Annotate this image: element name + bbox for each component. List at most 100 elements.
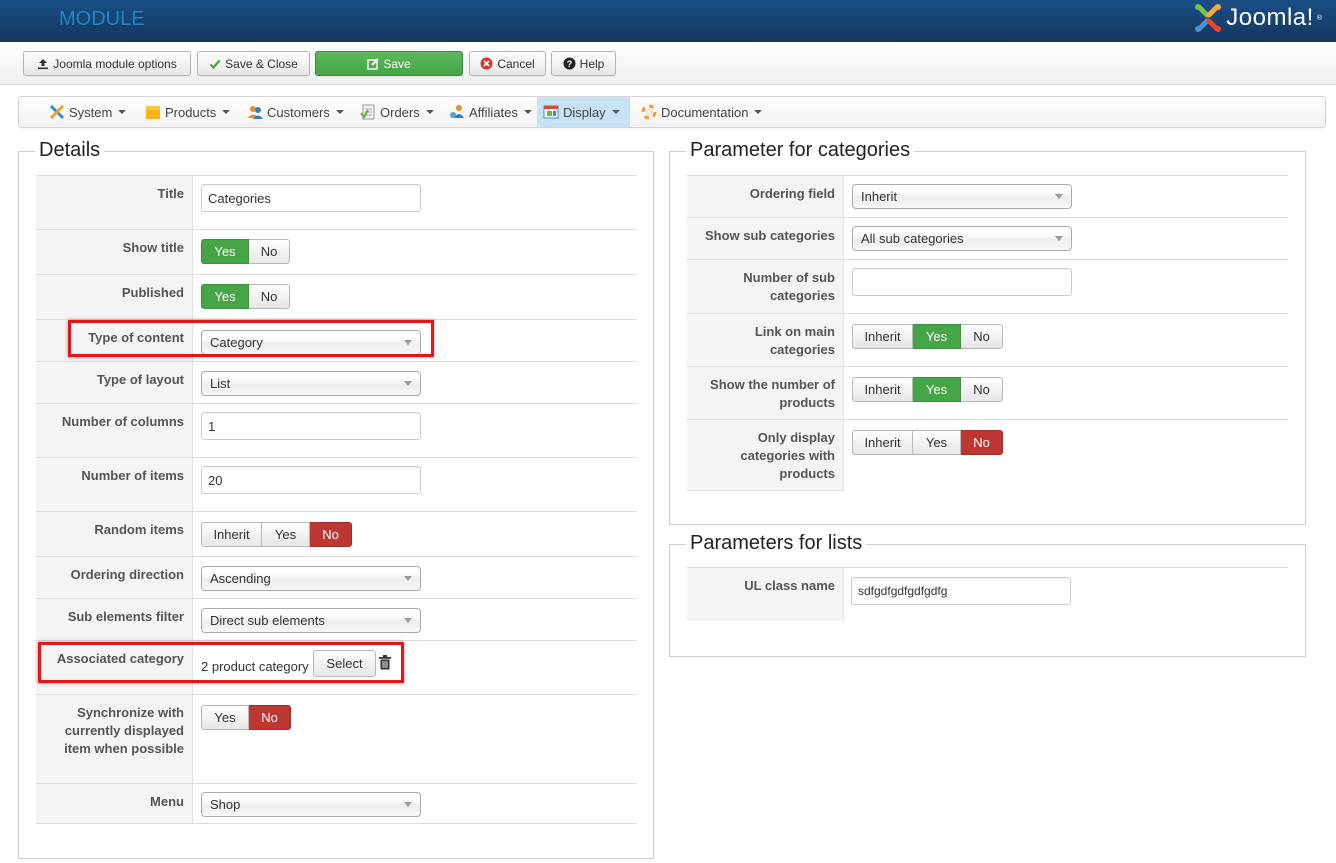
link-main-no[interactable]: No (961, 324, 1003, 349)
show-number-products-toggle: Inherit Yes No (852, 377, 1003, 402)
lists-params-fieldset: Parameters for lists UL class name sdfgd… (669, 532, 1306, 657)
row-sub-elements-filter: Sub elements filter Direct sub elements (36, 598, 637, 640)
show-title-yes[interactable]: Yes (201, 239, 249, 264)
synchronize-toggle: Yes No (201, 705, 291, 730)
affiliates-icon (449, 104, 465, 120)
display-window-icon (543, 104, 559, 120)
published-label: Published (36, 275, 193, 319)
published-yes[interactable]: Yes (201, 284, 249, 309)
row-link-main-categories: Link on main categories Inherit Yes No (687, 313, 1288, 366)
menu-affiliates-label: Affiliates (469, 104, 518, 120)
joomla-module-options-button[interactable]: Joomla module options (23, 51, 191, 76)
toolbar: Joomla module options Save & Close Save … (0, 42, 1336, 85)
menu-documentation[interactable]: Documentation (635, 97, 768, 127)
caret-down-icon (523, 110, 532, 114)
random-items-no[interactable]: No (310, 522, 352, 547)
menu-products[interactable]: Products (139, 97, 236, 127)
menu-affiliates[interactable]: Affiliates (443, 97, 538, 127)
cancel-button[interactable]: Cancel (469, 51, 546, 76)
show-number-inherit[interactable]: Inherit (852, 377, 913, 402)
folder-icon (145, 104, 161, 120)
main-menu: System Products Customers Orders Affilia… (18, 96, 1326, 128)
dropdown-arrow-icon (404, 576, 412, 581)
type-of-content-value: Category (210, 335, 263, 350)
link-main-inherit[interactable]: Inherit (852, 324, 913, 349)
number-of-items-input[interactable]: 20 (201, 466, 421, 494)
details-fieldset: Details Title Categories Show title Yes … (18, 139, 654, 859)
show-title-label: Show title (36, 230, 193, 274)
link-main-categories-toggle: Inherit Yes No (852, 324, 1003, 349)
caret-down-icon (335, 110, 344, 114)
synchronize-no[interactable]: No (249, 705, 291, 730)
menu-display[interactable]: Display (537, 97, 630, 127)
only-display-inherit[interactable]: Inherit (852, 430, 913, 455)
row-type-of-content: Type of content Category (36, 319, 637, 361)
link-main-yes[interactable]: Yes (913, 324, 961, 349)
title-label: Title (36, 176, 193, 229)
dropdown-arrow-icon (1055, 194, 1063, 199)
dropdown-arrow-icon (404, 381, 412, 386)
random-items-inherit[interactable]: Inherit (201, 522, 262, 547)
trash-icon[interactable] (379, 655, 391, 673)
cancel-circle-icon (480, 57, 493, 70)
row-ordering-field: Ordering field Inherit (687, 175, 1288, 217)
ul-class-name-input[interactable]: sdfgdfgdfgdfgdfg (851, 577, 1071, 605)
details-legend: Details (35, 139, 105, 162)
row-number-of-items: Number of items 20 (36, 457, 637, 511)
menu-orders-label: Orders (380, 104, 420, 120)
menu-customers[interactable]: Customers (241, 97, 350, 127)
menu-value: Shop (210, 797, 241, 812)
number-of-sub-categories-input[interactable] (852, 268, 1072, 296)
associated-category-value: 2 product category (201, 659, 309, 674)
caret-down-icon (425, 110, 434, 114)
row-type-of-layout: Type of layout List (36, 361, 637, 403)
page-title: MODULE (59, 8, 145, 30)
row-menu: Menu Shop (36, 783, 637, 824)
menu-customers-label: Customers (267, 104, 330, 120)
menu-select[interactable]: Shop (201, 792, 421, 817)
row-random-items: Random items Inherit Yes No (36, 511, 637, 556)
row-show-sub-categories: Show sub categories All sub categories (687, 217, 1288, 259)
show-title-toggle: Yes No (201, 239, 290, 264)
only-display-no[interactable]: No (961, 430, 1003, 455)
ordering-field-select[interactable]: Inherit (852, 184, 1072, 209)
type-of-content-select[interactable]: Category (201, 330, 421, 355)
show-number-yes[interactable]: Yes (913, 377, 961, 402)
menu-system-label: System (69, 104, 113, 120)
ordering-field-value: Inherit (861, 189, 898, 204)
upload-icon (37, 58, 49, 70)
show-number-no[interactable]: No (961, 377, 1003, 402)
save-label: Save (383, 56, 411, 71)
dropdown-arrow-icon (404, 618, 412, 623)
random-items-yes[interactable]: Yes (262, 522, 310, 547)
menu-documentation-label: Documentation (661, 104, 749, 120)
only-display-yes[interactable]: Yes (913, 430, 961, 455)
random-items-label: Random items (36, 512, 193, 556)
menu-products-label: Products (165, 104, 217, 120)
menu-display-label: Display (563, 104, 606, 120)
ordering-direction-select[interactable]: Ascending (201, 566, 421, 591)
synchronize-yes[interactable]: Yes (201, 705, 249, 730)
number-of-columns-input[interactable]: 1 (201, 412, 421, 440)
number-of-items-label: Number of items (36, 458, 193, 511)
cancel-label: Cancel (497, 56, 535, 71)
ordering-direction-value: Ascending (210, 571, 271, 586)
menu-orders[interactable]: Orders (354, 97, 440, 127)
published-no[interactable]: No (249, 284, 290, 309)
sub-elements-filter-select[interactable]: Direct sub elements (201, 608, 421, 633)
associated-category-label: Associated category (36, 641, 193, 694)
sub-elements-filter-value: Direct sub elements (210, 613, 325, 628)
show-title-no[interactable]: No (249, 239, 290, 264)
type-of-layout-select[interactable]: List (201, 371, 421, 396)
menu-system[interactable]: System (43, 97, 132, 127)
help-button[interactable]: ? Help (551, 51, 616, 76)
select-category-button[interactable]: Select (313, 650, 376, 677)
joomla-logo-icon (1195, 4, 1222, 32)
row-number-of-columns: Number of columns 1 (36, 403, 637, 457)
title-input[interactable]: Categories (201, 184, 421, 212)
save-button[interactable]: Save (315, 51, 463, 76)
menu-label: Menu (36, 784, 193, 823)
show-sub-categories-select[interactable]: All sub categories (852, 226, 1072, 251)
show-sub-categories-label: Show sub categories (687, 218, 844, 259)
save-close-button[interactable]: Save & Close (197, 51, 310, 76)
